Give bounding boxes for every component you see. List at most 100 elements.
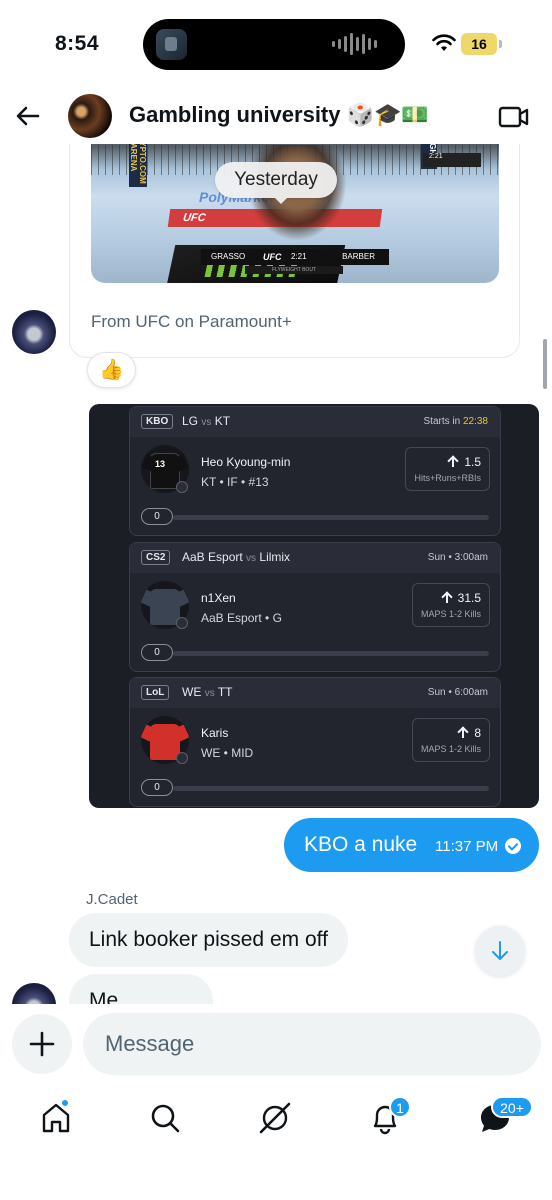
start-time: Sun • 6:00am: [428, 687, 488, 698]
matchup: WE vs TT: [182, 685, 232, 699]
jersey-shirt: [150, 589, 180, 625]
stat-line: 8: [421, 726, 481, 740]
team-away: Lilmix: [259, 550, 291, 564]
incoming-message-bubble[interactable]: Me: [69, 974, 213, 1004]
date-separator: Yesterday: [215, 162, 337, 204]
status-bar: 8:54 16: [0, 0, 552, 90]
progress-track: [173, 515, 489, 520]
league-badge: LoL: [141, 685, 170, 700]
messages-badge: 20+: [491, 1096, 533, 1118]
outgoing-message-bubble[interactable]: KBO a nuke 11:37 PM: [284, 818, 539, 872]
message-composer: [0, 1004, 552, 1080]
props-screenshot-image[interactable]: KBO LG vs KT Starts in 22:38 13 Heo Kyou…: [89, 404, 539, 808]
prop-card: KBO LG vs KT Starts in 22:38 13 Heo Kyou…: [129, 406, 501, 536]
conversation-title[interactable]: Gambling university 🎲🎓💵: [129, 102, 429, 128]
arena-banner: CRYPTO.COM ARENA: [129, 144, 147, 187]
bottom-tab-bar: 1 20+: [0, 1080, 552, 1200]
team-badge-icon: [176, 481, 188, 493]
tab-notifications[interactable]: 1: [365, 1096, 411, 1138]
thumbs-up-reaction[interactable]: 👍: [87, 352, 136, 388]
fighter-right-name: BARBER: [342, 252, 375, 261]
progress-track: [173, 786, 489, 791]
sender-avatar[interactable]: [12, 983, 56, 1004]
vs-label: vs: [246, 553, 257, 564]
start-time: Starts in 22:38: [424, 416, 489, 427]
stat-label: Hits+Runs+RBIs: [414, 473, 481, 483]
message-text: KBO a nuke: [304, 833, 418, 856]
fight-score-bug: GRASSO UFC 2:21 BARBER: [201, 249, 389, 265]
arrow-up-icon: [448, 456, 458, 467]
player-name: n1Xen: [201, 591, 236, 605]
home-icon: [42, 1103, 70, 1133]
start-time: Sun • 3:00am: [428, 552, 488, 563]
prop-header: KBO LG vs KT Starts in 22:38: [130, 407, 500, 437]
stat-line-box: 1.5 Hits+Runs+RBIs: [405, 447, 490, 491]
stat-line: 31.5: [421, 591, 481, 605]
stat-value: 31.5: [457, 591, 481, 605]
prop-header: CS2 AaB Esport vs Lilmix Sun • 3:00am: [130, 543, 500, 573]
tab-search[interactable]: [145, 1098, 185, 1138]
player-name: Karis: [201, 726, 229, 740]
media-source-label[interactable]: From UFC on Paramount+: [91, 312, 292, 332]
tab-home[interactable]: [36, 1098, 76, 1138]
arrow-up-icon: [442, 592, 452, 603]
bout-label: FLYWEIGHT BOUT: [245, 266, 343, 274]
tab-messages[interactable]: 20+: [475, 1096, 533, 1138]
sender-name[interactable]: J.Cadet: [86, 891, 138, 908]
jersey-number: 13: [155, 459, 166, 469]
back-arrow-icon[interactable]: [12, 100, 44, 132]
league-badge: CS2: [141, 550, 171, 565]
wifi-icon: [432, 34, 456, 51]
add-attachment-button[interactable]: [12, 1014, 72, 1074]
player-meta: KT • IF • #13: [201, 475, 269, 489]
dynamic-island[interactable]: [143, 19, 405, 70]
prop-card: CS2 AaB Esport vs Lilmix Sun • 3:00am n1…: [129, 542, 501, 672]
stat-value: 1.5: [464, 455, 481, 469]
start-time-prefix: Starts in: [423, 416, 463, 427]
read-check-icon: [505, 838, 521, 854]
picks-count: 0: [141, 644, 173, 661]
arrow-down-icon: [492, 941, 508, 960]
team-badge-icon: [176, 752, 188, 764]
battery-indicator: 16: [461, 33, 502, 55]
arena-scoreboard: 2:21: [423, 153, 481, 167]
matchup: AaB Esport vs Lilmix: [182, 550, 290, 564]
team-away: KT: [214, 414, 231, 428]
stat-label: MAPS 1-2 Kills: [420, 609, 481, 619]
scroll-to-bottom-button[interactable]: [475, 926, 525, 976]
jersey-shirt: [150, 724, 180, 760]
team-badge-icon: [176, 617, 188, 629]
player-name: Heo Kyoung-min: [201, 455, 291, 469]
plus-icon: [29, 1031, 55, 1057]
progress-track: [173, 651, 489, 656]
message-list[interactable]: CRYPTO.COM ARENA FIGHT 2:21 PolyMarket U…: [0, 144, 552, 1004]
tab-grok[interactable]: [255, 1098, 295, 1138]
player-meta: WE • MID: [201, 746, 254, 760]
status-time: 8:54: [55, 32, 100, 55]
group-avatar[interactable]: [68, 94, 112, 138]
sender-avatar[interactable]: [12, 310, 56, 354]
conversation-header: Gambling university 🎲🎓💵: [0, 90, 552, 144]
team-home: LG: [182, 414, 199, 428]
countdown: 22:38: [462, 416, 488, 427]
stat-line-box: 8 MAPS 1-2 Kills: [411, 718, 490, 762]
vs-label: vs: [204, 688, 215, 699]
arrow-up-icon: [458, 727, 468, 738]
matchup: LG vs KT: [182, 414, 230, 428]
round-clock: 2:21: [291, 252, 307, 261]
picks-count: 0: [141, 779, 173, 796]
prop-card: LoL WE vs TT Sun • 6:00am Karis WE • MID…: [129, 677, 501, 807]
scroll-indicator[interactable]: [543, 339, 547, 389]
incoming-message-bubble[interactable]: Link booker pissed em off: [69, 913, 348, 967]
stat-label: MAPS 1-2 Kills: [420, 744, 481, 754]
video-camera-icon[interactable]: [497, 102, 531, 132]
notifications-badge: 1: [389, 1096, 411, 1118]
audio-waveform-icon: [332, 33, 377, 55]
message-input[interactable]: [83, 1013, 541, 1075]
start-time-prefix: Sun • 6:00am: [427, 687, 488, 698]
start-time-prefix: Sun • 3:00am: [427, 552, 488, 563]
search-icon: [151, 1104, 180, 1133]
grok-icon: [259, 1102, 291, 1134]
vs-label: vs: [201, 417, 212, 428]
stat-value: 8: [474, 726, 481, 740]
